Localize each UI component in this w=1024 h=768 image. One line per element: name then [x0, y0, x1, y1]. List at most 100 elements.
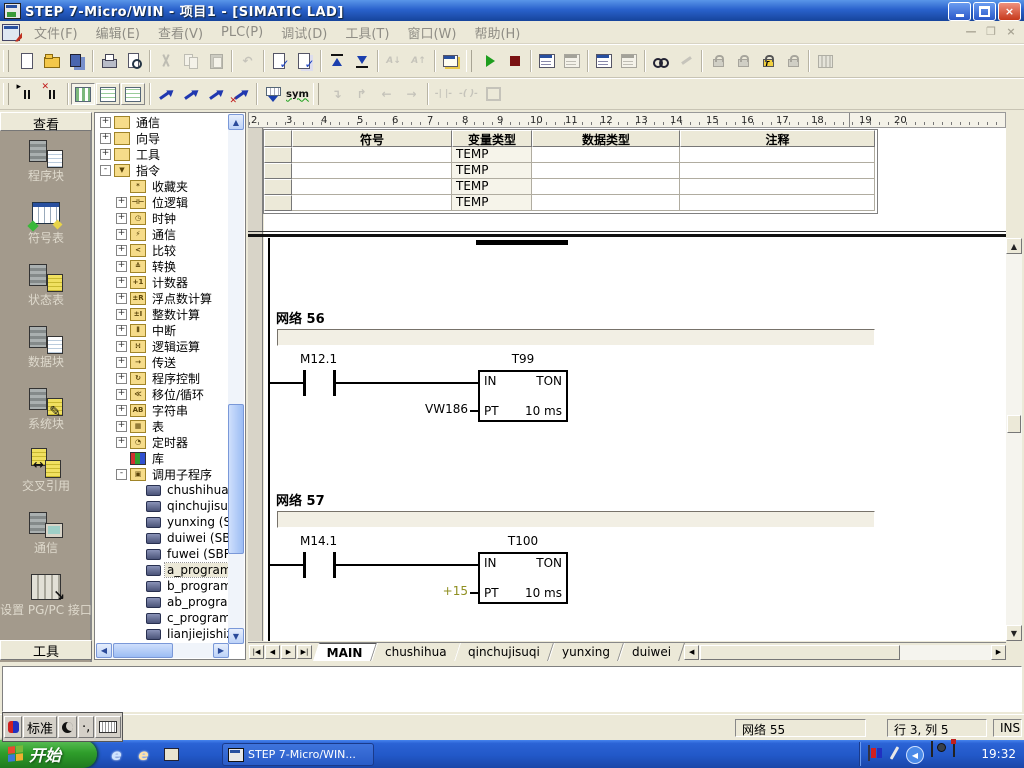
branch-up-button[interactable]: ↱: [349, 82, 374, 107]
scroll-thumb[interactable]: [113, 643, 173, 658]
collapse-toggle[interactable]: -: [100, 165, 111, 176]
var-type-cell[interactable]: TEMP: [452, 147, 532, 163]
tray-hide-icons-chevron[interactable]: ◀: [906, 746, 924, 764]
menu-view[interactable]: 查看(V): [150, 21, 211, 44]
network-57-title[interactable]: 网络 57: [276, 490, 325, 509]
network-56-comment[interactable]: [277, 329, 875, 346]
ladder-toolbar-grip[interactable]: [3, 83, 9, 105]
close-button[interactable]: ×: [998, 2, 1021, 21]
toolbar-grip[interactable]: [3, 50, 9, 72]
lad-editor-toggle[interactable]: [71, 83, 95, 105]
copy-button[interactable]: [178, 49, 203, 74]
table-row[interactable]: TEMP: [264, 179, 875, 195]
viewbar-item-set-pgpc-interface[interactable]: ↘ 设置 PG/PC 接口: [0, 566, 92, 628]
expand-toggle[interactable]: +: [116, 229, 127, 240]
contact-left-bar[interactable]: [303, 552, 306, 578]
expand-toggle[interactable]: +: [116, 293, 127, 304]
tree-item-libraries[interactable]: 库: [96, 450, 228, 466]
scroll-down-button[interactable]: ▼: [228, 628, 244, 644]
read-all-button[interactable]: [648, 49, 673, 74]
symbol-cell[interactable]: [292, 163, 452, 179]
tree-item-favorites[interactable]: *收藏夹: [96, 178, 228, 194]
quick-launch-desktop-icon[interactable]: [163, 746, 180, 763]
read-forced-button[interactable]: [780, 49, 805, 74]
menu-plc[interactable]: PLC(P): [213, 23, 271, 42]
start-button[interactable]: 开始: [0, 740, 97, 768]
tree-item-tools[interactable]: +工具: [96, 146, 228, 162]
scroll-left-button[interactable]: ◀: [96, 643, 112, 658]
mdi-close-button[interactable]: ×: [1004, 25, 1018, 38]
var-type-cell[interactable]: TEMP: [452, 179, 532, 195]
scroll-up-button[interactable]: ▲: [228, 114, 244, 130]
scroll-thumb[interactable]: [1007, 415, 1021, 433]
tree-item-call-subroutines[interactable]: -▣调用子程序: [96, 466, 228, 482]
tree-item-convert[interactable]: +≙转换: [96, 258, 228, 274]
expand-toggle[interactable]: +: [116, 277, 127, 288]
view-bar-header[interactable]: 查看: [0, 112, 92, 131]
cut-button[interactable]: [153, 49, 178, 74]
editor-vertical-scrollbar[interactable]: ▲ ▼: [1006, 238, 1022, 641]
tree-item-program-control[interactable]: +↻程序控制: [96, 370, 228, 386]
pause-program-status-button[interactable]: [559, 49, 584, 74]
open-button[interactable]: [39, 49, 64, 74]
view-bar-footer-tools[interactable]: 工具: [0, 640, 92, 660]
comment-cell[interactable]: [680, 147, 875, 163]
taskbar-clock[interactable]: 19:32: [981, 747, 1016, 761]
draw-tool-c-button[interactable]: [203, 82, 228, 107]
minimize-button[interactable]: [948, 2, 971, 21]
tray-ime-icon[interactable]: [868, 745, 870, 761]
tree-item-logical-operations[interactable]: +∺逻辑运算: [96, 338, 228, 354]
mdi-minimize-button[interactable]: —: [964, 25, 978, 38]
tree-item-bit-logic[interactable]: +⊣⊢位逻辑: [96, 194, 228, 210]
tree-item-compare[interactable]: +<比较: [96, 242, 228, 258]
insert-box-button[interactable]: [481, 82, 506, 107]
row-header[interactable]: [264, 195, 292, 211]
viewbar-item-symbol-table[interactable]: 符号表: [0, 194, 92, 256]
tree-item-move[interactable]: +→传送: [96, 354, 228, 370]
tree-item-instructions[interactable]: -▼指令: [96, 162, 228, 178]
paste-button[interactable]: [203, 49, 228, 74]
expand-toggle[interactable]: +: [116, 197, 127, 208]
tree-item-counters[interactable]: ++1计数器: [96, 274, 228, 290]
sort-descending-button[interactable]: A↑: [406, 49, 431, 74]
tab-duiwei[interactable]: duiwei: [618, 643, 685, 661]
menu-tools[interactable]: 工具(T): [337, 21, 397, 44]
quick-launch-outlook-icon[interactable]: e: [135, 746, 152, 763]
menu-help[interactable]: 帮助(H): [466, 21, 528, 44]
expand-toggle[interactable]: +: [100, 117, 111, 128]
ime-logo-icon[interactable]: [4, 716, 22, 738]
symbol-cell[interactable]: [292, 195, 452, 211]
symbol-cell[interactable]: [292, 179, 452, 195]
network-56-title[interactable]: 网络 56: [276, 308, 325, 327]
pt-operand[interactable]: VW186: [418, 402, 468, 416]
quick-launch-ie-icon[interactable]: e: [108, 746, 125, 763]
expand-toggle[interactable]: +: [116, 309, 127, 320]
tray-camera-icon[interactable]: [931, 741, 933, 757]
expand-toggle[interactable]: +: [100, 133, 111, 144]
program-status-button[interactable]: [534, 49, 559, 74]
menu-window[interactable]: 窗口(W): [399, 21, 464, 44]
expand-toggle[interactable]: +: [116, 421, 127, 432]
memory-button[interactable]: [812, 49, 837, 74]
compile-button[interactable]: [267, 49, 292, 74]
symbol-cell[interactable]: [292, 147, 452, 163]
next-tab-button[interactable]: ▶: [281, 645, 296, 659]
collapse-toggle[interactable]: -: [116, 469, 127, 480]
tree-item-interrupt[interactable]: +⦀中断: [96, 322, 228, 338]
network-55-partial-element[interactable]: [476, 240, 568, 245]
unforce-button[interactable]: [730, 49, 755, 74]
column-header-data-type[interactable]: 数据类型: [532, 130, 680, 147]
grid-view-toggle[interactable]: [121, 83, 145, 105]
branch-down-button[interactable]: ↴: [324, 82, 349, 107]
table-row[interactable]: TEMP: [264, 147, 875, 163]
line-left-button[interactable]: ←: [374, 82, 399, 107]
scroll-down-button[interactable]: ▼: [1006, 625, 1022, 641]
upload-button[interactable]: [324, 49, 349, 74]
toolbar-grip-2[interactable]: [466, 50, 472, 72]
ime-punctuation-button[interactable]: ·,: [78, 716, 94, 738]
tree-item-subroutine[interactable]: fuwei (SBR: [96, 546, 228, 562]
line-right-button[interactable]: →: [399, 82, 424, 107]
tree-item-floating-point-math[interactable]: +±R浮点数计算: [96, 290, 228, 306]
scroll-left-button[interactable]: ◀: [684, 645, 699, 660]
new-button[interactable]: [14, 49, 39, 74]
